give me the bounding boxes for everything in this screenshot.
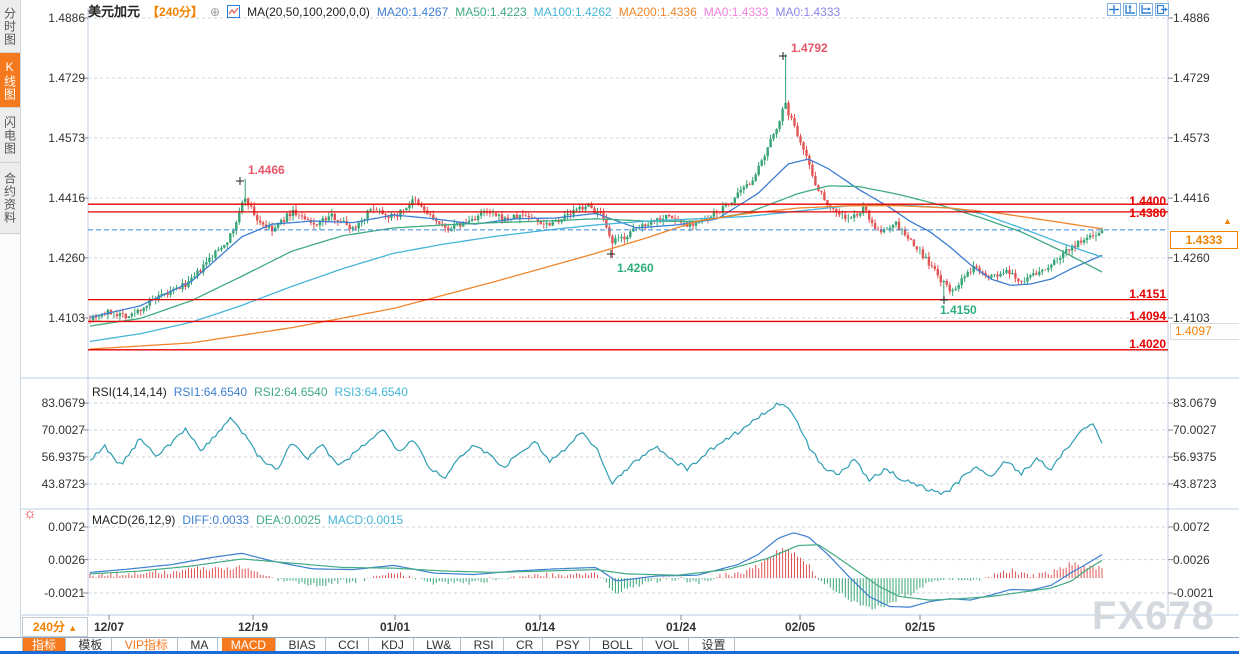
macd-axis-left-tick: 0.0072 xyxy=(28,520,85,534)
toolbar-vip-indicators-button[interactable]: VIP指标 xyxy=(116,638,178,652)
high-annotation: 1.4466 xyxy=(248,163,285,177)
rsi-axis-right-tick: 83.0679 xyxy=(1173,396,1235,410)
date-tick: 12/19 xyxy=(233,620,273,634)
main-axis-left-tick: 1.4573 xyxy=(28,131,85,145)
toolbar-bias-button[interactable]: BIAS xyxy=(279,638,325,652)
low-annotation: 1.4260 xyxy=(617,261,654,275)
macd-axis-left-tick: -0.0021 xyxy=(28,586,85,600)
chart-type-icon[interactable] xyxy=(227,5,240,19)
crosshair-tool-icon[interactable] xyxy=(1107,3,1121,16)
low-annotation: 1.4150 xyxy=(940,303,977,317)
rsi2-value: RSI2:64.6540 xyxy=(254,385,327,399)
toolbar-kdj-button[interactable]: KDJ xyxy=(372,638,414,652)
sidebar-item-lightning-chart[interactable]: 闪电图 xyxy=(0,108,20,163)
period-label: 240分 xyxy=(33,620,65,634)
sidebar-item-time-chart[interactable]: 分时图 xyxy=(0,0,20,53)
circle-plus-icon[interactable]: ⊕ xyxy=(210,5,220,19)
toolbar-boll-button[interactable]: BOLL xyxy=(593,638,643,652)
chart-header: 美元加元【240分】 ⊕ MA(20,50,100,200,0,0) MA20:1.4… xyxy=(88,1,847,20)
toolbar-ma-button[interactable]: MA xyxy=(181,638,218,652)
rsi-header: RSI(14,14,14) RSI1:64.6540 RSI2:64.6540 RSI… xyxy=(92,385,415,399)
toolbar-rsi-button[interactable]: RSI xyxy=(465,638,504,652)
sidebar-item-contract-info[interactable]: 合约资料 xyxy=(0,163,20,234)
macd-value: MACD:0.0015 xyxy=(328,513,403,527)
rsi-axis-left-tick: 43.8723 xyxy=(28,477,85,491)
ma0-value-1: MA0:1.4333 xyxy=(704,5,769,19)
sidebar-item-label: K线图 xyxy=(2,60,19,101)
macd-header: MACD(26,12,9) DIFF:0.0033 DEA:0.0025 MACD:0… xyxy=(92,513,410,527)
main-axis-left-tick: 1.4729 xyxy=(28,71,85,85)
current-price-badge: 1.4333 xyxy=(1170,231,1238,249)
price-up-arrow-icon: ▲ xyxy=(1223,216,1232,226)
macd-axis-left-tick: 0.0026 xyxy=(28,553,85,567)
toolbar-lwr-button[interactable]: LW& xyxy=(417,638,461,652)
toolbar-settings-button[interactable]: 设置 xyxy=(692,638,735,652)
toolbar-templates-button[interactable]: 模板 xyxy=(69,638,112,652)
period-selector[interactable]: 240分 ▲ xyxy=(22,617,88,637)
main-axis-right-tick: 1.4729 xyxy=(1173,71,1235,85)
symbol-title: 美元加元 xyxy=(88,4,140,19)
date-tick: 01/14 xyxy=(520,620,560,634)
trading-app-window: 分时图 K线图 闪电图 合约资料 美元加元【240分】 ⊕ MA(20,50,100… xyxy=(0,0,1239,654)
main-axis-right-tick: 1.4886 xyxy=(1173,11,1235,25)
macd-title: MACD(26,12,9) xyxy=(92,513,175,527)
ma-formula: MA(20,50,100,200,0,0) xyxy=(247,5,370,19)
main-axis-left-tick: 1.4416 xyxy=(28,191,85,205)
rsi-axis-left-tick: 56.9375 xyxy=(28,450,85,464)
main-axis-left-tick: 1.4103 xyxy=(28,311,85,325)
zoom-vertical-icon[interactable] xyxy=(1123,3,1137,16)
toolbar-macd-button[interactable]: MACD xyxy=(222,638,276,652)
rsi-axis-right-tick: 70.0027 xyxy=(1173,423,1235,437)
sidebar-item-label: 合约资料 xyxy=(2,172,19,224)
indicator-toolbar: 指标 模板 VIP指标 MA MACD BIAS CCI KDJ LW& RSI… xyxy=(0,637,1239,651)
watermark: FX678 xyxy=(1092,594,1215,639)
dea-value: DEA:0.0025 xyxy=(256,513,321,527)
chevron-up-icon: ▲ xyxy=(68,623,77,633)
sr-level-label: 1.4380 xyxy=(1104,206,1166,220)
sr-level-label: 1.4094 xyxy=(1104,309,1166,323)
ma20-value: MA20:1.4267 xyxy=(377,5,448,19)
ma50-value: MA50:1.4223 xyxy=(455,5,526,19)
date-tick: 12/07 xyxy=(89,620,129,634)
sidebar-item-kline-chart[interactable]: K线图 xyxy=(0,53,20,108)
diff-value: DIFF:0.0033 xyxy=(182,513,249,527)
expand-right-icon[interactable] xyxy=(1155,3,1169,16)
date-tick: 01/24 xyxy=(661,620,701,634)
main-axis-right-tick: 1.4260 xyxy=(1173,251,1235,265)
date-tick: 01/01 xyxy=(375,620,415,634)
macd-axis-right-tick: 0.0072 xyxy=(1173,520,1235,534)
rsi-axis-right-tick: 56.9375 xyxy=(1173,450,1235,464)
sidebar-item-label: 分时图 xyxy=(2,7,19,46)
main-axis-left-tick: 1.4886 xyxy=(28,11,85,25)
period-badge: 【240分】 xyxy=(147,5,203,19)
rsi-title: RSI(14,14,14) xyxy=(92,385,167,399)
ma200-value: MA200:1.4336 xyxy=(619,5,697,19)
ma100-value: MA100:1.4262 xyxy=(534,5,612,19)
high-annotation: 1.4792 xyxy=(791,41,828,55)
sr-level-label: 1.4151 xyxy=(1104,287,1166,301)
rsi1-value: RSI1:64.6540 xyxy=(174,385,247,399)
ma0-value-2: MA0:1.4333 xyxy=(775,5,840,19)
toolbar-vol-button[interactable]: VOL xyxy=(646,638,689,652)
rsi3-value: RSI3:64.6540 xyxy=(335,385,408,399)
macd-axis-right-tick: 0.0026 xyxy=(1173,553,1235,567)
sidebar: 分时图 K线图 闪电图 合约资料 xyxy=(0,0,21,654)
main-axis-right-tick: 1.4573 xyxy=(1173,131,1235,145)
secondary-price-badge: 1.4097 xyxy=(1170,323,1239,340)
date-tick: 02/05 xyxy=(780,620,820,634)
zoom-horizontal-icon[interactable] xyxy=(1139,3,1153,16)
rsi-axis-right-tick: 43.8723 xyxy=(1173,477,1235,491)
sr-level-label: 1.4020 xyxy=(1104,337,1166,351)
rsi-axis-left-tick: 83.0679 xyxy=(28,396,85,410)
sidebar-item-label: 闪电图 xyxy=(2,116,19,155)
toolbar-cr-button[interactable]: CR xyxy=(507,638,543,652)
toolbar-indicators-button[interactable]: 指标 xyxy=(22,638,66,652)
main-axis-right-tick: 1.4416 xyxy=(1173,191,1235,205)
rsi-axis-left-tick: 70.0027 xyxy=(28,423,85,437)
chart-canvas[interactable] xyxy=(0,0,1239,654)
date-tick: 02/15 xyxy=(900,620,940,634)
toolbar-psy-button[interactable]: PSY xyxy=(547,638,590,652)
main-axis-left-tick: 1.4260 xyxy=(28,251,85,265)
toolbar-cci-button[interactable]: CCI xyxy=(329,638,369,652)
